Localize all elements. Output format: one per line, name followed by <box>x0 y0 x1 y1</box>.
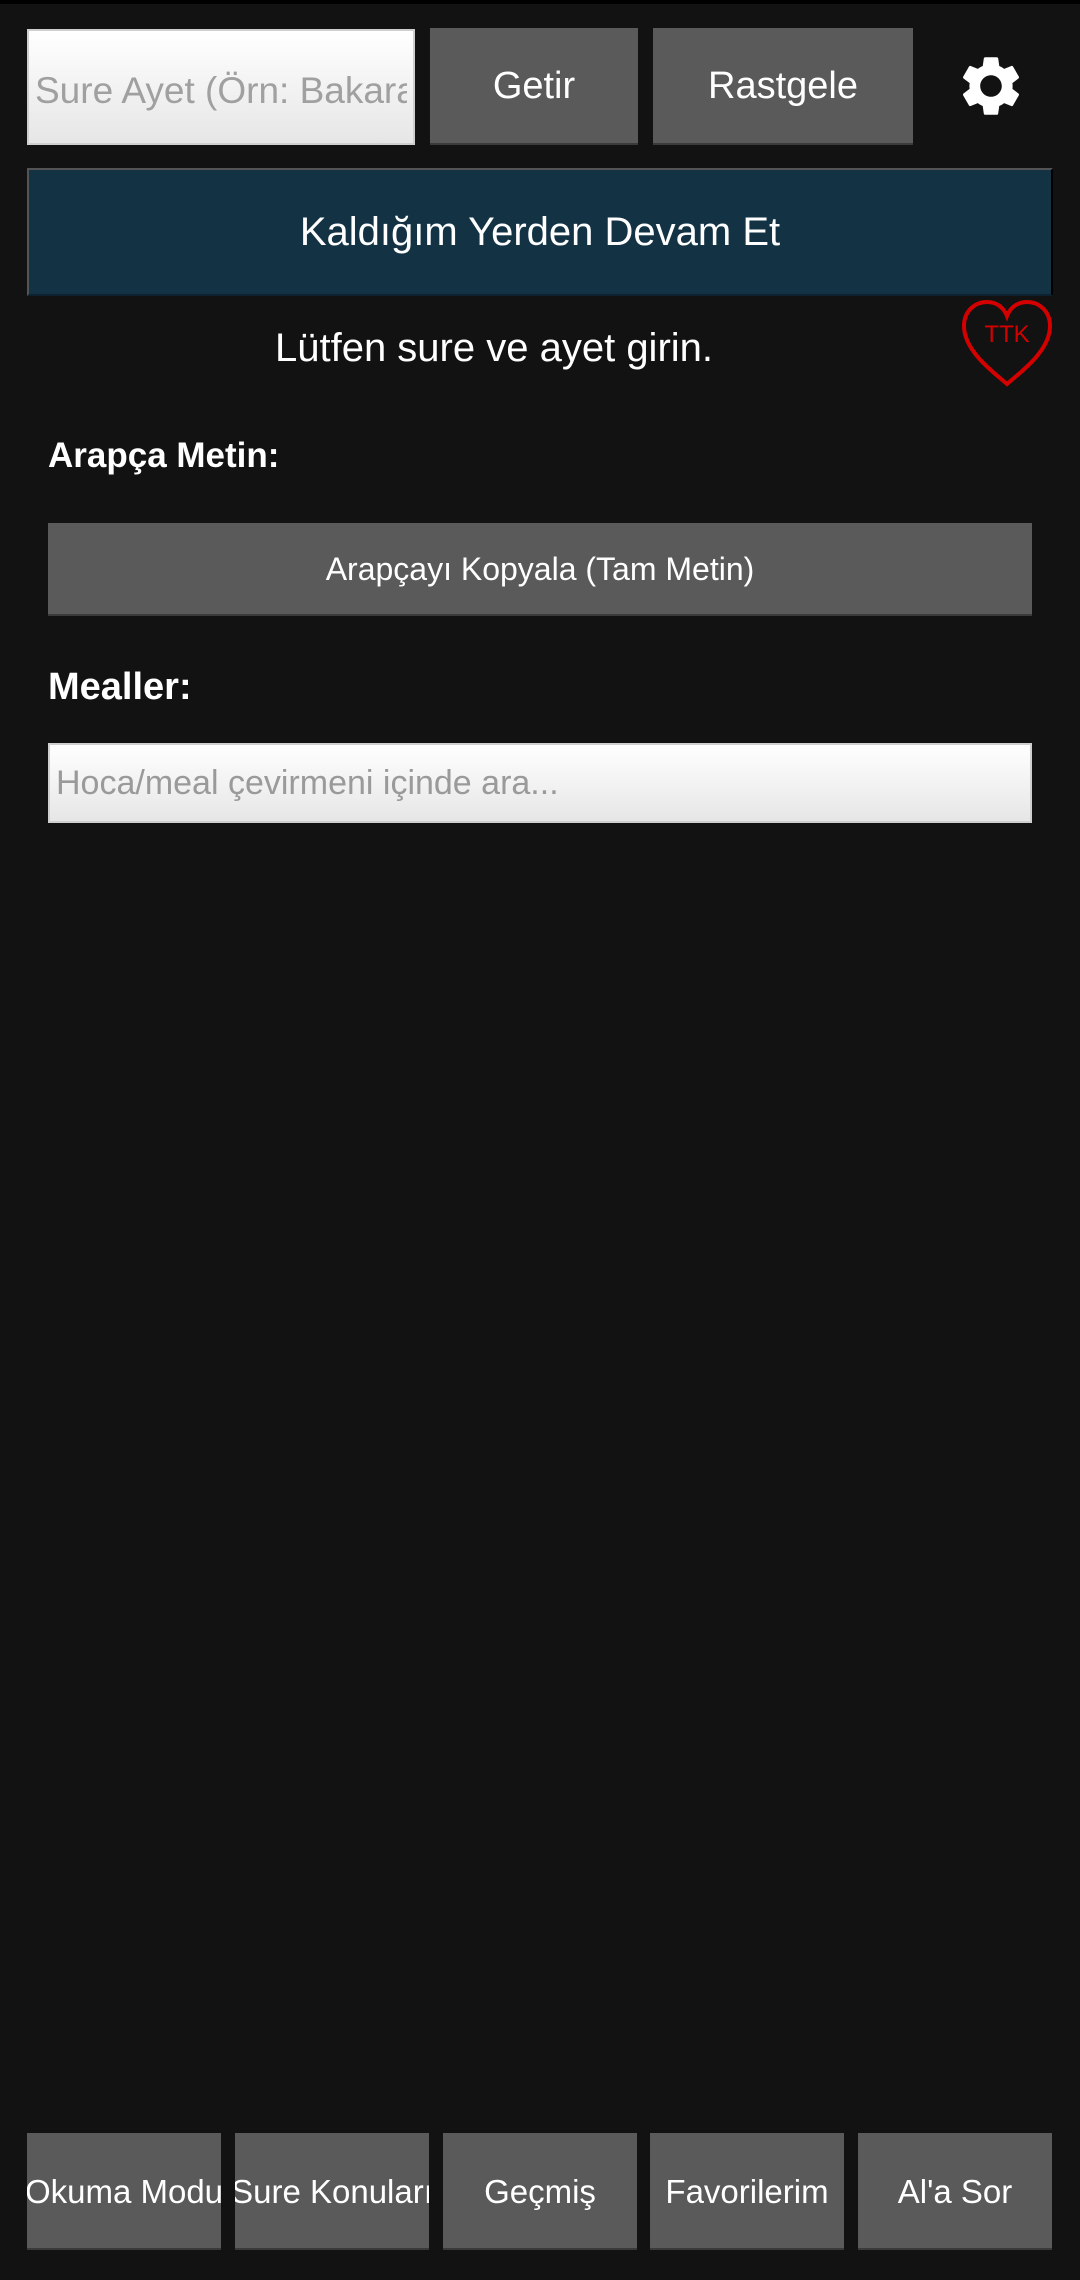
bottom-nav: Okuma Modu Sure Konuları Geçmiş Favorile… <box>0 2133 1080 2250</box>
arabic-text-heading: Arapça Metin: <box>48 436 280 475</box>
ttk-badge-text: TTK <box>984 321 1029 348</box>
nav-sure-konulari-button[interactable]: Sure Konuları <box>235 2133 429 2250</box>
copy-arabic-button[interactable]: Arapçayı Kopyala (Tam Metin) <box>48 523 1032 616</box>
nav-okuma-modu-button[interactable]: Okuma Modu <box>27 2133 221 2250</box>
nav-ala-sor-button[interactable]: Al'a Sor <box>858 2133 1052 2250</box>
status-bar-edge <box>0 0 1080 4</box>
meal-search-input[interactable] <box>48 743 1032 823</box>
gear-icon[interactable] <box>955 50 1027 122</box>
sure-ayet-input[interactable] <box>27 29 415 145</box>
app-screen: Getir Rastgele Kaldığım Yerden Devam Et … <box>0 0 1080 2280</box>
meals-heading: Mealler: <box>48 666 192 708</box>
nav-favorilerim-button[interactable]: Favorilerim <box>650 2133 844 2250</box>
resume-reading-button[interactable]: Kaldığım Yerden Devam Et <box>27 168 1053 296</box>
nav-gecmis-button[interactable]: Geçmiş <box>443 2133 637 2250</box>
getir-button[interactable]: Getir <box>430 28 638 145</box>
rastgele-button[interactable]: Rastgele <box>653 28 913 145</box>
status-message: Lütfen sure ve ayet girin. <box>274 326 714 370</box>
